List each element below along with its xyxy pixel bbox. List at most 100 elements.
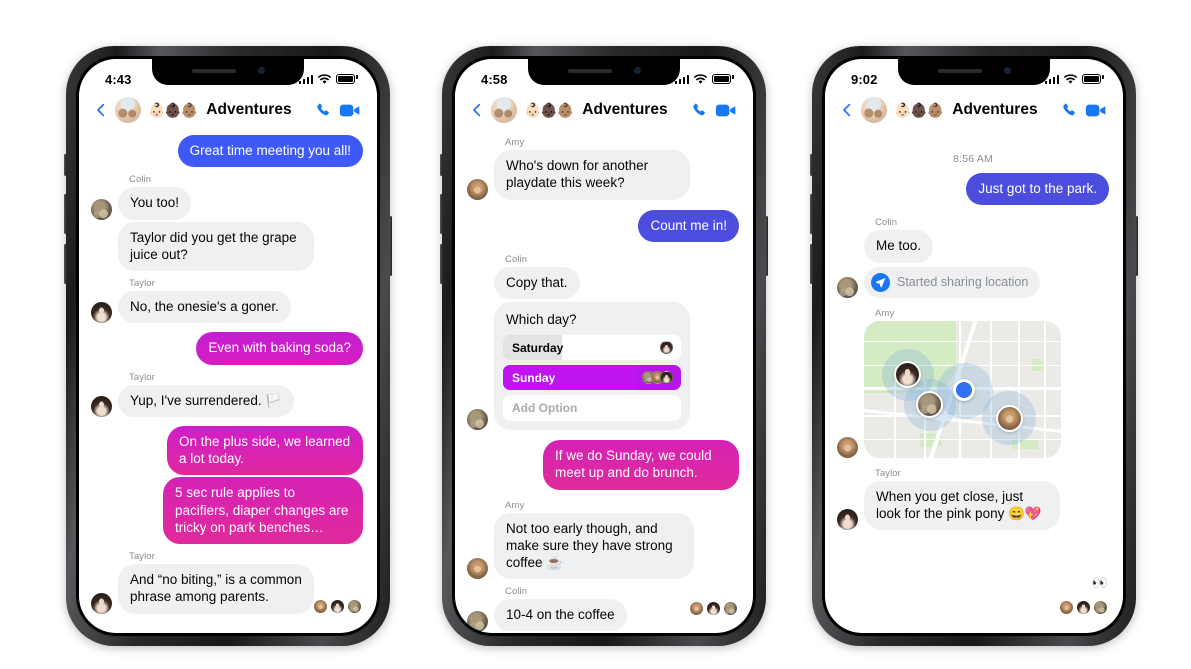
status-icons [1044, 73, 1101, 85]
sender-name: Taylor [129, 551, 155, 563]
message-row: 5 sec rule applies to pacifiers, diaper … [91, 477, 363, 545]
avatar-spacer [467, 278, 488, 299]
volume-up-button[interactable] [440, 194, 443, 234]
message-bubble[interactable]: Not too early though, and make sure they… [494, 512, 694, 580]
avatar[interactable] [91, 302, 112, 324]
message-bubble[interactable]: Count me in! [638, 209, 739, 242]
mute-switch[interactable] [440, 154, 443, 176]
earpiece-speaker [191, 68, 236, 73]
avatar[interactable] [467, 558, 488, 580]
volume-down-button[interactable] [810, 244, 813, 284]
poll-option-saturday[interactable]: Saturday [503, 335, 681, 361]
seen-avatar [1094, 601, 1107, 614]
volume-up-button[interactable] [810, 194, 813, 234]
power-button[interactable] [389, 216, 392, 276]
message-bubble[interactable]: Taylor did you get the grape juice out? [118, 221, 314, 272]
message-bubble[interactable]: If we do Sunday, we could meet up and do… [543, 440, 739, 490]
sender-name: Colin [875, 217, 898, 229]
message-bubble[interactable]: No, the onesie's a goner. [118, 291, 291, 324]
avatar[interactable] [837, 436, 858, 458]
phone-call-icon[interactable] [314, 101, 333, 120]
conversation-title[interactable]: Adventures [582, 101, 667, 119]
phone-bezel: 9:02 � [822, 56, 1126, 636]
video-call-icon[interactable] [715, 101, 737, 120]
power-button[interactable] [1135, 216, 1138, 276]
message-bubble[interactable]: Great time meeting you all! [177, 135, 363, 168]
seen-avatar [690, 602, 703, 615]
conversation-title[interactable]: Adventures [206, 101, 291, 119]
group-avatar[interactable] [115, 97, 141, 123]
message-bubble[interactable]: And “no biting,” is a common phrase amon… [118, 564, 314, 614]
poll-option-sunday[interactable]: Sunday [503, 365, 681, 391]
avatar[interactable] [91, 198, 112, 220]
volume-down-button[interactable] [64, 244, 67, 284]
sender-name: Taylor [129, 371, 155, 383]
map-pin-amy[interactable] [996, 404, 1023, 432]
message-bubble[interactable]: When you get close, just look for the pi… [864, 480, 1060, 531]
battery-icon [336, 74, 355, 84]
message-bubble[interactable]: Who's down for another playdate this wee… [494, 150, 690, 200]
poll-add-option-button[interactable]: Add Option [503, 395, 681, 422]
video-call-icon[interactable] [339, 101, 361, 120]
sender-name: Taylor [875, 467, 901, 479]
map-pin-colin[interactable] [916, 390, 943, 418]
avatar[interactable] [467, 409, 488, 431]
avatar[interactable] [91, 395, 112, 417]
message-bubble[interactable]: Me too. [864, 230, 934, 263]
map-park-area [920, 320, 950, 357]
conversation-title[interactable]: Adventures [952, 101, 1037, 119]
video-call-icon[interactable] [1085, 101, 1107, 120]
message-row: No, the onesie's a goner. [91, 291, 363, 324]
message-bubble[interactable]: You too! [118, 187, 192, 220]
message-bubble[interactable]: Yup, I've surrendered. 🏳️ [118, 384, 295, 417]
group-avatar[interactable] [861, 97, 887, 123]
phone-call-icon[interactable] [1060, 101, 1079, 120]
location-row: Started sharing location [837, 266, 1109, 298]
avatar[interactable] [467, 178, 488, 200]
group-emoji: 👶🏻👶🏿👶🏽 [894, 102, 944, 118]
phone-call-icon[interactable] [690, 101, 709, 120]
wifi-icon [318, 73, 331, 84]
seen-avatar [707, 602, 720, 615]
status-time: 9:02 [851, 71, 878, 87]
avatar[interactable] [837, 276, 858, 298]
chat-header: 👶🏻👶🏿👶🏽 Adventures [825, 93, 1123, 133]
message-row: Who's down for another playdate this wee… [467, 150, 739, 200]
message-row: Copy that. [467, 266, 739, 300]
group-avatar[interactable] [491, 97, 517, 123]
back-chevron-icon[interactable] [93, 102, 109, 118]
mute-switch[interactable] [810, 154, 813, 176]
volume-up-button[interactable] [64, 194, 67, 234]
reaction-eyes-icon[interactable]: 👀 [1092, 575, 1108, 591]
message-bubble[interactable]: Copy that. [494, 266, 580, 300]
message-row: When you get close, just look for the pi… [837, 480, 1109, 531]
avatar[interactable] [91, 592, 112, 614]
avatar[interactable] [837, 509, 858, 531]
message-list[interactable]: Great time meeting you all! Colin You to… [79, 133, 377, 631]
volume-down-button[interactable] [440, 244, 443, 284]
location-share-chip[interactable]: Started sharing location [864, 266, 1041, 298]
message-bubble[interactable]: 5 sec rule applies to pacifiers, diaper … [163, 477, 363, 545]
message-bubble[interactable]: 10-4 on the coffee [494, 599, 627, 631]
shared-location-map[interactable] [864, 320, 1061, 458]
message-bubble[interactable]: On the plus side, we learned a lot today… [167, 425, 363, 476]
poll-card[interactable]: Which day? Saturday Sunday Add Option [494, 302, 690, 431]
message-bubble[interactable]: Even with baking soda? [196, 332, 363, 365]
seen-avatar [331, 600, 344, 613]
message-bubble[interactable]: Just got to the park. [966, 173, 1109, 206]
map-pin-taylor[interactable] [894, 360, 921, 388]
back-chevron-icon[interactable] [839, 102, 855, 118]
avatar[interactable] [467, 610, 488, 631]
message-list[interactable]: 8:56 AM Just got to the park. Colin Me t… [825, 133, 1123, 631]
message-row: Just got to the park. [837, 173, 1109, 206]
message-row: You too! [91, 187, 363, 220]
sender-name: Colin [129, 174, 152, 186]
avatar-spacer [837, 242, 858, 263]
mute-switch[interactable] [64, 154, 67, 176]
message-row: Even with baking soda? [91, 332, 363, 365]
message-list[interactable]: Amy Who's down for another playdate this… [455, 133, 753, 631]
power-button[interactable] [765, 216, 768, 276]
status-icons [674, 73, 731, 85]
sender-name: Colin [505, 253, 528, 265]
back-chevron-icon[interactable] [469, 102, 485, 118]
